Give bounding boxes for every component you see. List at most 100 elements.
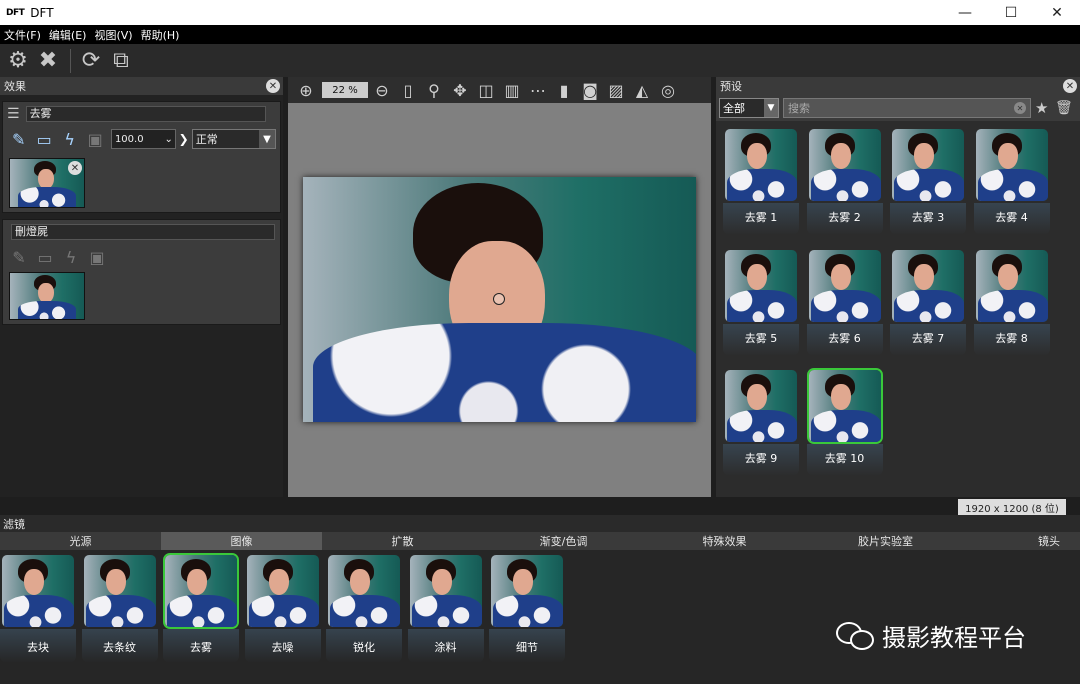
preset-item[interactable]: 去雾 6 — [806, 248, 883, 358]
preset-search-placeholder: 搜索 — [788, 102, 810, 115]
close-window-button[interactable]: ✕ — [1034, 0, 1080, 25]
filter-thumbnail — [408, 553, 484, 629]
filter-item[interactable]: 涂料 — [407, 553, 484, 663]
chevron-down-icon[interactable]: ▼ — [764, 99, 778, 117]
filter-item[interactable]: 细节 — [489, 553, 565, 663]
minimize-button[interactable]: — — [942, 0, 988, 25]
trash-icon[interactable]: 🗑 — [1055, 100, 1075, 116]
preset-category-value: 全部 — [723, 102, 745, 115]
toolbar-divider — [70, 48, 71, 73]
zoom-level[interactable]: 22 % — [322, 82, 368, 98]
split-view-icon[interactable]: ◫ — [474, 79, 498, 101]
clear-search-icon[interactable]: ✕ — [1014, 102, 1026, 114]
pan-icon[interactable]: ✥ — [448, 79, 472, 101]
filter-tabs: 光源 图像 扩散 渐变/色调 特殊效果 胶片实验室 镜头 — [0, 532, 1080, 550]
blend-mode-value: 正常 — [195, 133, 218, 146]
preset-item[interactable]: 去雾 4 — [973, 127, 1050, 237]
filter-item[interactable]: 去噪 — [244, 553, 321, 663]
layer-menu-icon[interactable]: ☰ — [7, 106, 20, 122]
blend-mode-select[interactable]: 正常 ▼ — [191, 129, 276, 149]
tab-diffusion[interactable]: 扩散 — [322, 532, 483, 550]
edit-icon[interactable]: ✎ — [7, 246, 31, 268]
remove-thumbnail-icon[interactable]: ✕ — [68, 161, 82, 175]
app-logo: DFT — [6, 7, 25, 18]
tab-image[interactable]: 图像 — [161, 532, 322, 550]
split-horizontal-icon[interactable]: ⋯ — [526, 79, 550, 101]
preset-thumbnail — [807, 127, 883, 203]
camera-icon[interactable]: ◙ — [578, 79, 602, 101]
main-image[interactable] — [303, 177, 696, 422]
layer-thumbnail[interactable]: ✕ — [9, 158, 85, 208]
crop-icon[interactable]: ▣ — [85, 246, 109, 268]
monitor-icon[interactable]: ▭ — [32, 128, 55, 150]
effects-panel: 效果 ✕ ☰ 去雾 ✎ ▭ ϟ ▣ 100.0 ⌄ ❯ 正常 ▼ ✕ 刪燈屍 ✎… — [0, 77, 283, 497]
refresh-icon[interactable]: ⟳ — [77, 47, 105, 75]
lightning-icon[interactable]: ϟ — [59, 246, 83, 268]
canvas-toolbar: ⊕ 22 % ⊖ ▯ ⚲ ✥ ◫ ▥ ⋯ ▮ ◙ ▨ ◭ ◎ — [288, 77, 711, 103]
split-view-2-icon[interactable]: ▥ — [500, 79, 524, 101]
filter-item[interactable]: 锐化 — [326, 553, 402, 663]
title-bar: DFT DFT — ☐ ✕ — [0, 0, 1080, 25]
presets-title: 预设 — [720, 80, 742, 93]
effects-close-icon[interactable]: ✕ — [266, 79, 280, 93]
gear-icon[interactable]: ⚙ — [4, 47, 32, 75]
tab-lens[interactable]: 镜头 — [966, 532, 1080, 550]
image-icon[interactable]: ▨ — [604, 79, 628, 101]
page-icon[interactable]: ▮ — [552, 79, 576, 101]
tab-gradient-tone[interactable]: 渐变/色调 — [483, 532, 644, 550]
opacity-input[interactable]: 100.0 ⌄ — [110, 129, 176, 149]
filter-thumbnail — [0, 553, 76, 629]
layer2-thumbnail[interactable] — [9, 272, 85, 320]
filter-thumbnail — [82, 553, 158, 629]
zoom-in-icon[interactable]: ⊕ — [294, 79, 318, 101]
filter-label: 去块 — [27, 641, 49, 654]
close-icon[interactable]: ✖ — [34, 47, 62, 75]
preset-item[interactable]: 去雾 8 — [973, 248, 1050, 358]
effect-layer-1[interactable]: ☰ 去雾 ✎ ▭ ϟ ▣ 100.0 ⌄ ❯ 正常 ▼ ✕ — [2, 101, 281, 213]
tab-special-effects[interactable]: 特殊效果 — [644, 532, 805, 550]
preset-label: 去雾 8 — [995, 331, 1028, 345]
filter-item[interactable]: 去条纹 — [81, 553, 158, 663]
tab-film-lab[interactable]: 胶片实验室 — [805, 532, 966, 550]
tab-light[interactable]: 光源 — [0, 532, 161, 550]
menu-edit[interactable]: 编辑(E) — [49, 27, 87, 43]
fit-frame-icon[interactable]: ⧉ — [107, 47, 135, 75]
lightning-icon[interactable]: ϟ — [58, 128, 81, 150]
preset-item[interactable]: 去雾 5 — [723, 248, 799, 358]
menu-file[interactable]: 文件(F) — [4, 27, 41, 43]
preset-item[interactable]: 去雾 10 — [806, 368, 883, 478]
maximize-button[interactable]: ☐ — [988, 0, 1034, 25]
layer2-name-field[interactable]: 刪燈屍 — [11, 224, 275, 240]
preset-label: 去雾 3 — [911, 211, 945, 224]
filter-label: 去雾 — [190, 641, 212, 654]
chevron-right-icon[interactable]: ❯ — [179, 132, 189, 146]
fit-icon[interactable]: ▯ — [396, 79, 420, 101]
layer-name-field[interactable]: 去雾 — [25, 106, 266, 122]
zoom-out-icon[interactable]: ⊖ — [370, 79, 394, 101]
star-icon[interactable]: ★ — [1035, 99, 1055, 117]
menu-view[interactable]: 视图(V) — [94, 27, 132, 43]
preset-item[interactable]: 去雾 2 — [806, 127, 883, 237]
monitor-icon[interactable]: ▭ — [33, 246, 57, 268]
presets-close-icon[interactable]: ✕ — [1063, 79, 1077, 93]
edit-icon[interactable]: ✎ — [7, 128, 30, 150]
histogram-icon[interactable]: ◭ — [630, 79, 654, 101]
chevron-down-icon[interactable]: ▼ — [258, 130, 275, 148]
filter-item[interactable]: 去雾 — [163, 553, 239, 663]
main-toolbar: ⚙ ✖ ⟳ ⧉ — [0, 44, 1080, 77]
filter-label: 涂料 — [434, 641, 457, 654]
effect-layer-2[interactable]: 刪燈屍 ✎ ▭ ϟ ▣ — [2, 219, 281, 325]
preset-category-select[interactable]: 全部 ▼ — [719, 98, 779, 118]
loupe-icon[interactable]: ◎ — [656, 79, 680, 101]
filter-item[interactable]: 去块 — [0, 553, 76, 663]
preset-item[interactable]: 去雾 7 — [890, 248, 966, 358]
crop-icon[interactable]: ▣ — [83, 128, 106, 150]
menu-help[interactable]: 帮助(H) — [141, 27, 180, 43]
preset-item[interactable]: 去雾 3 — [890, 127, 966, 237]
magnifier-icon[interactable]: ⚲ — [422, 79, 446, 101]
preset-label: 去雾 4 — [995, 211, 1028, 224]
preset-item[interactable]: 去雾 9 — [723, 368, 799, 478]
preset-item[interactable]: 去雾 1 — [723, 127, 799, 237]
opacity-stepper-icon[interactable]: ⌄ — [163, 134, 175, 145]
preset-search-input[interactable]: 搜索 ✕ — [783, 98, 1031, 118]
